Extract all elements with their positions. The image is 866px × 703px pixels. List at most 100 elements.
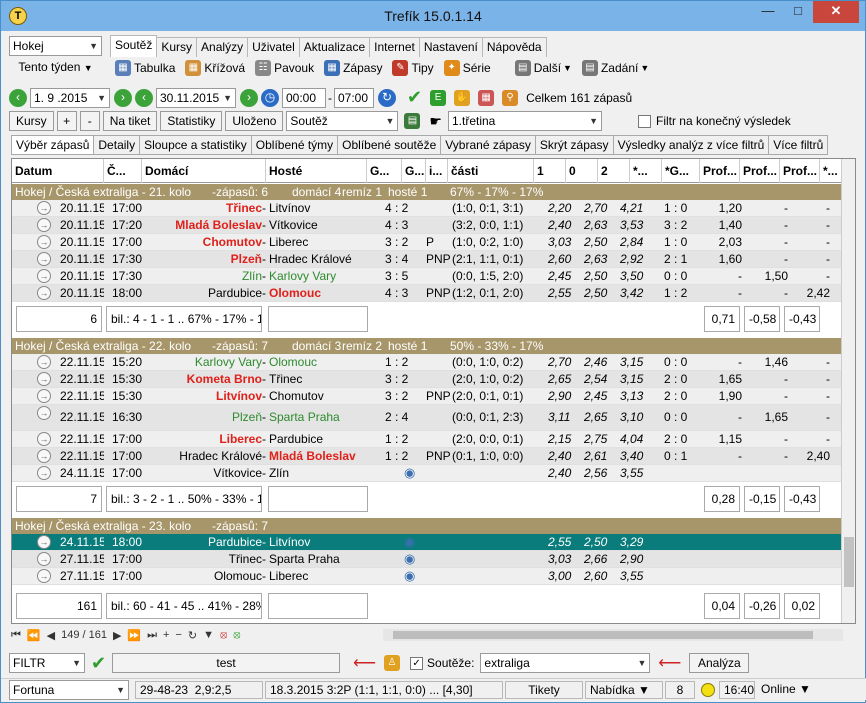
preview-eye-icon[interactable]: ◉ <box>404 534 420 550</box>
first-record-button[interactable]: ⏮ <box>11 629 21 642</box>
tool-zadani[interactable]: ▤ Zadání ▼ <box>581 60 649 76</box>
statistiky-button[interactable]: Statistiky <box>160 111 223 131</box>
tab-5[interactable]: Internet <box>369 37 420 57</box>
row-arrow-icon[interactable]: → <box>37 535 51 549</box>
date-to-prev-button[interactable]: ‹ <box>135 88 153 107</box>
period-button[interactable]: Tento týden ▼ <box>9 58 102 78</box>
subtab-4[interactable]: Oblíbené soutěže <box>337 135 442 155</box>
subtab-1[interactable]: Detaily <box>93 135 141 155</box>
excel-icon[interactable]: E <box>430 89 447 106</box>
group-header[interactable]: Hokej / Česká extraliga - 23. kolo -zápas… <box>12 518 842 534</box>
period-select[interactable]: 1.třetina ▼ <box>447 111 602 131</box>
filter-name-select[interactable]: FILTR ▼ <box>9 653 85 673</box>
person-icon[interactable]: ♙ <box>384 655 401 671</box>
date-prev-button[interactable]: ‹ <box>9 88 27 107</box>
online-menu[interactable]: Online ▼ <box>757 681 827 699</box>
row-arrow-icon[interactable]: → <box>37 269 51 283</box>
table-row[interactable]: → 24.11.15 18:00 Pardubice - Litvínov ◉ 2,55 2,5… <box>12 534 842 551</box>
column-header-9[interactable]: 0 <box>566 159 598 183</box>
na-tiket-button[interactable]: Na tiket <box>102 111 158 131</box>
minimize-button[interactable]: — <box>753 1 783 23</box>
subtab-2[interactable]: Sloupce a statistiky <box>139 135 252 155</box>
subtab-6[interactable]: Skrýt zápasy <box>534 135 614 155</box>
cancel-filter-icon[interactable]: ⦻ <box>220 629 227 642</box>
row-arrow-icon[interactable]: → <box>37 432 51 446</box>
ulozeno-button[interactable]: Uloženo <box>225 111 284 131</box>
column-header-13[interactable]: Prof... <box>700 159 740 183</box>
table-row[interactable]: → 20.11.15 18:00 Pardubice - Olomouc 4 : 3 PNP(… <box>12 285 842 302</box>
preview-eye-icon[interactable]: ◉ <box>404 568 420 584</box>
table-row[interactable]: → 22.11.15 15:20 Karlovy Vary - Olomouc 1 : 2(… <box>12 354 842 371</box>
table-row[interactable]: → 20.11.15 17:30 Zlín - Karlovy Vary 3 : 5 (0:0… <box>12 268 842 285</box>
group-header[interactable]: Hokej / Česká extraliga - 22. kolo -zápas… <box>12 338 842 354</box>
column-header-5[interactable]: G... <box>402 159 426 183</box>
time-from-icon[interactable]: ◷ <box>261 88 279 107</box>
tool-tabulka[interactable]: ▦ Tabulka <box>115 60 175 76</box>
date-to-picker[interactable]: 30.11.2015 ▼ <box>156 87 236 108</box>
refresh-icon[interactable]: ↻ <box>378 88 396 107</box>
column-header-15[interactable]: Prof... <box>780 159 820 183</box>
last-record-button[interactable]: ⏭ <box>147 629 157 642</box>
filter-name-button[interactable]: test <box>112 653 341 673</box>
date-from-picker[interactable]: 1. 9 .2015 ▼ <box>30 87 110 108</box>
row-arrow-icon[interactable]: → <box>37 552 51 566</box>
row-arrow-icon[interactable]: → <box>37 389 51 403</box>
subtab-5[interactable]: Vybrané zápasy <box>440 135 536 155</box>
column-header-11[interactable]: *... <box>630 159 662 183</box>
maximize-button[interactable]: □ <box>783 1 813 23</box>
column-header-4[interactable]: G... <box>367 159 402 183</box>
subtab-7[interactable]: Výsledky analýz z více filtrů <box>612 135 770 155</box>
prev-page-button[interactable]: ⏪ <box>27 629 41 642</box>
search-icon[interactable]: ⚲ <box>502 89 519 106</box>
table-row[interactable]: → 22.11.15 17:00 Liberec - Pardubice 1 : 2 (2:0… <box>12 431 842 448</box>
tool-serie[interactable]: ✦ Série <box>443 60 491 76</box>
save-filter-icon[interactable]: ▤ <box>404 113 421 129</box>
arrow-left-icon-2[interactable]: ⟵ <box>658 653 681 673</box>
table-row[interactable]: → 27.11.15 17:00 Olomouc - Liberec ◉ 3,00 2,60 3,… <box>12 568 842 585</box>
table-row[interactable]: → 24.11.15 17:00 Vítkovice - Zlín ◉ 2,40 2,56 3,5… <box>12 465 842 482</box>
plus-button[interactable]: + <box>56 111 77 131</box>
row-arrow-icon[interactable]: → <box>37 355 51 369</box>
date-next-button[interactable]: › <box>114 88 132 107</box>
bookmaker-select[interactable]: Fortuna ▼ <box>9 679 129 700</box>
tab-2[interactable]: Analýzy <box>196 37 249 57</box>
prev-record-button[interactable]: ◀ <box>47 629 55 642</box>
column-header-1[interactable]: Č... <box>104 159 142 183</box>
subtab-3[interactable]: Oblíbené týmy <box>250 135 339 155</box>
final-result-checkbox[interactable] <box>637 114 651 128</box>
row-arrow-icon[interactable]: → <box>37 449 51 463</box>
tab-4[interactable]: Aktualizace <box>298 37 371 57</box>
column-header-7[interactable]: části <box>448 159 534 183</box>
report-icon[interactable]: ▦ <box>478 89 495 106</box>
delete-record-button[interactable]: − <box>175 629 181 641</box>
column-header-3[interactable]: Hosté <box>266 159 367 183</box>
hand-icon[interactable]: ✋ <box>454 89 471 106</box>
subtab-0[interactable]: Výběr zápasů <box>11 135 95 155</box>
competitions-checkbox[interactable]: ✓ <box>410 656 424 670</box>
tab-7[interactable]: Nápověda <box>481 37 547 57</box>
kursy-button[interactable]: Kursy <box>9 111 54 131</box>
tool-pavouk[interactable]: ☷ Pavouk <box>255 60 314 76</box>
column-header-14[interactable]: Prof... <box>740 159 780 183</box>
sport-select[interactable]: Hokej ▼ <box>9 36 102 56</box>
table-row[interactable]: → 27.11.15 17:00 Třinec - Sparta Praha ◉ 3,03 2,… <box>12 551 842 568</box>
tab-3[interactable]: Uživatel <box>247 37 300 57</box>
tikety-button[interactable]: Tikety <box>505 680 583 699</box>
preview-eye-icon[interactable]: ◉ <box>404 551 420 567</box>
row-arrow-icon[interactable]: → <box>37 252 51 266</box>
nabidka-menu[interactable]: Nabídka ▼ <box>585 680 663 699</box>
next-record-button[interactable]: ▶ <box>113 629 121 642</box>
tab-6[interactable]: Nastavení <box>418 37 483 57</box>
column-header-12[interactable]: *G... <box>662 159 700 183</box>
analyze-button[interactable]: Analýza <box>689 653 750 673</box>
apply-icon[interactable]: ⦻ <box>233 629 240 642</box>
table-row[interactable]: → 22.11.15 15:30 Kometa Brno - Třinec 3 : 2 (2:… <box>12 371 842 388</box>
horizontal-scrollbar[interactable] <box>383 629 843 641</box>
time-to-input[interactable]: 07:00 <box>334 87 374 108</box>
table-row[interactable]: → 22.11.15 16:30 Plzeň - Sparta Praha 2 : 4 (0:… <box>12 405 842 431</box>
confirm-check-icon[interactable]: ✔ <box>407 87 422 108</box>
column-header-10[interactable]: 2 <box>598 159 630 183</box>
table-row[interactable]: → 20.11.15 17:00 Chomutov - Liberec 3 : 2 P (1:0… <box>12 234 842 251</box>
minus-button[interactable]: - <box>79 111 100 131</box>
time-from-input[interactable]: 00:00 <box>282 87 326 108</box>
